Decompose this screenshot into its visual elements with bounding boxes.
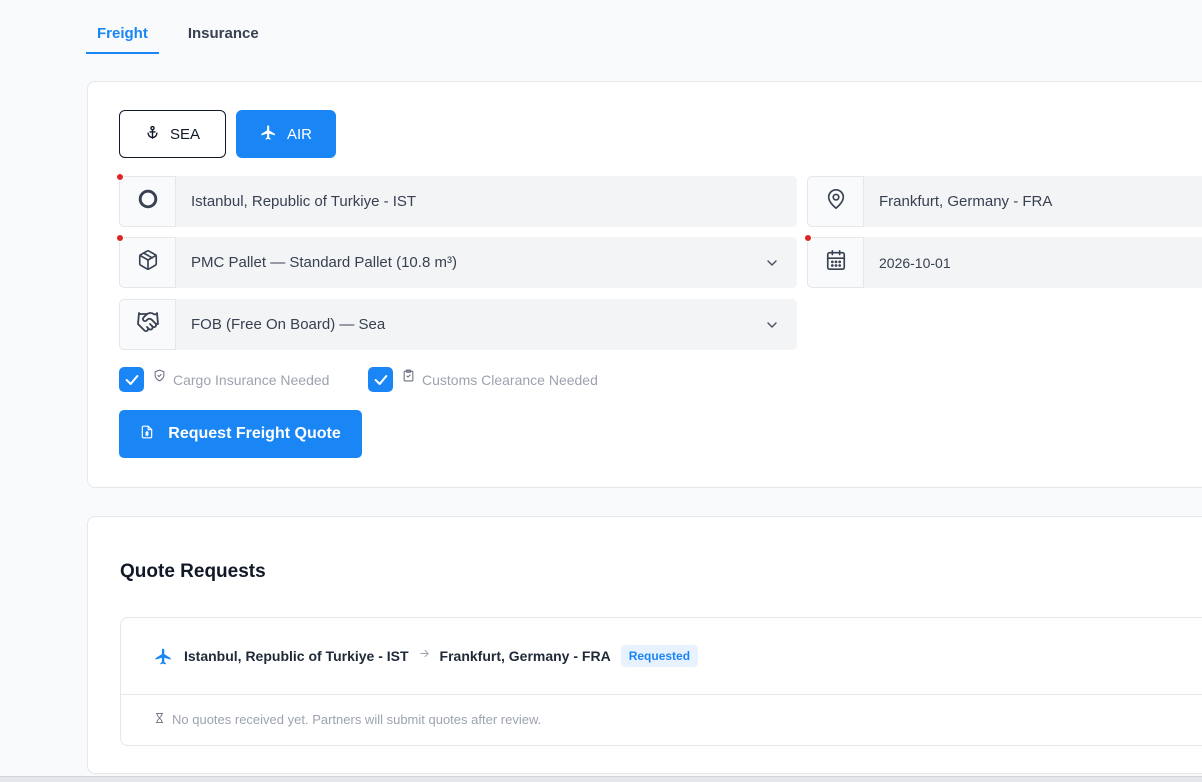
customs-checkbox-label: Customs Clearance Needed <box>422 371 598 388</box>
quote-request-item[interactable]: Istanbul, Republic of Turkiye - IST Fran… <box>120 617 1202 746</box>
air-mode-label: AIR <box>286 125 312 143</box>
destination-value: Frankfurt, Germany - FRA <box>879 193 1053 210</box>
handshake-icon <box>136 310 160 339</box>
quote-request-header: Istanbul, Republic of Turkiye - IST Fran… <box>121 618 1202 695</box>
bottom-edge <box>0 776 1202 782</box>
insurance-checkbox-label: Cargo Insurance Needed <box>173 371 330 388</box>
origin-value: Istanbul, Republic of Turkiye - IST <box>191 193 417 210</box>
origin-icon-box <box>116 173 176 227</box>
required-indicator <box>116 234 124 242</box>
arrow-right-icon <box>419 648 430 659</box>
origin-field[interactable]: Istanbul, Republic of Turkiye - IST <box>116 173 797 227</box>
insurance-checkbox[interactable] <box>119 367 144 392</box>
chevron-down-icon <box>747 299 797 350</box>
incoterm-select[interactable]: FOB (Free On Board) — Sea <box>119 299 797 350</box>
incoterm-value: FOB (Free On Board) — Sea <box>191 316 386 333</box>
quote-empty-text: No quotes received yet. Partners will su… <box>172 712 542 727</box>
status-badge: Requested <box>620 645 699 667</box>
destination-field[interactable]: Frankfurt, Germany - FRA <box>807 176 1202 227</box>
customs-checkbox[interactable] <box>368 367 393 392</box>
date-icon-box <box>804 234 864 288</box>
quote-requests-card: Quote Requests Istanbul, Republic of Tur… <box>87 516 1202 774</box>
plane-icon <box>154 647 173 666</box>
customs-checkbox-row: Customs Clearance Needed <box>368 367 598 392</box>
cargo-value: PMC Pallet — Standard Pallet (10.8 m³) <box>191 254 457 271</box>
tab-freight[interactable]: Freight <box>86 18 159 54</box>
chevron-down-icon <box>747 237 797 288</box>
cargo-icon-box <box>116 234 176 288</box>
tab-bar: Freight Insurance <box>86 18 270 54</box>
sea-mode-button[interactable]: SEA <box>119 110 226 158</box>
quote-empty-message: No quotes received yet. Partners will su… <box>154 712 541 727</box>
required-indicator <box>804 234 812 242</box>
tab-insurance[interactable]: Insurance <box>177 18 270 54</box>
insurance-checkbox-row: Cargo Insurance Needed <box>119 367 329 392</box>
required-indicator <box>116 173 124 181</box>
clipboard-check-icon <box>402 369 415 382</box>
section-title: Quote Requests <box>120 561 266 582</box>
freight-form-card: SEA AIR Istanbul, Republic of Turkiye - … <box>87 81 1202 488</box>
package-icon <box>137 249 159 276</box>
document-dollar-icon <box>140 425 154 444</box>
air-mode-button[interactable]: AIR <box>236 110 336 158</box>
plane-icon <box>260 124 277 145</box>
sea-mode-label: SEA <box>169 125 200 143</box>
quote-destination: Frankfurt, Germany - FRA <box>439 648 611 664</box>
calendar-icon <box>825 249 847 276</box>
cargo-type-select[interactable]: PMC Pallet — Standard Pallet (10.8 m³) <box>116 234 797 288</box>
request-freight-quote-button[interactable]: Request Freight Quote <box>119 410 362 458</box>
hourglass-icon <box>154 712 165 724</box>
shield-check-icon <box>153 369 166 382</box>
destination-icon-box <box>807 176 864 227</box>
anchor-icon <box>145 125 160 144</box>
map-pin-icon <box>825 188 847 215</box>
quote-origin: Istanbul, Republic of Turkiye - IST <box>184 648 409 664</box>
shipment-date-field[interactable]: 2026-10-01 <box>804 234 1202 288</box>
circle-origin-icon <box>137 188 159 215</box>
incoterm-icon-box <box>119 299 176 350</box>
request-freight-quote-label: Request Freight Quote <box>168 425 341 442</box>
date-value: 2026-10-01 <box>879 254 951 271</box>
